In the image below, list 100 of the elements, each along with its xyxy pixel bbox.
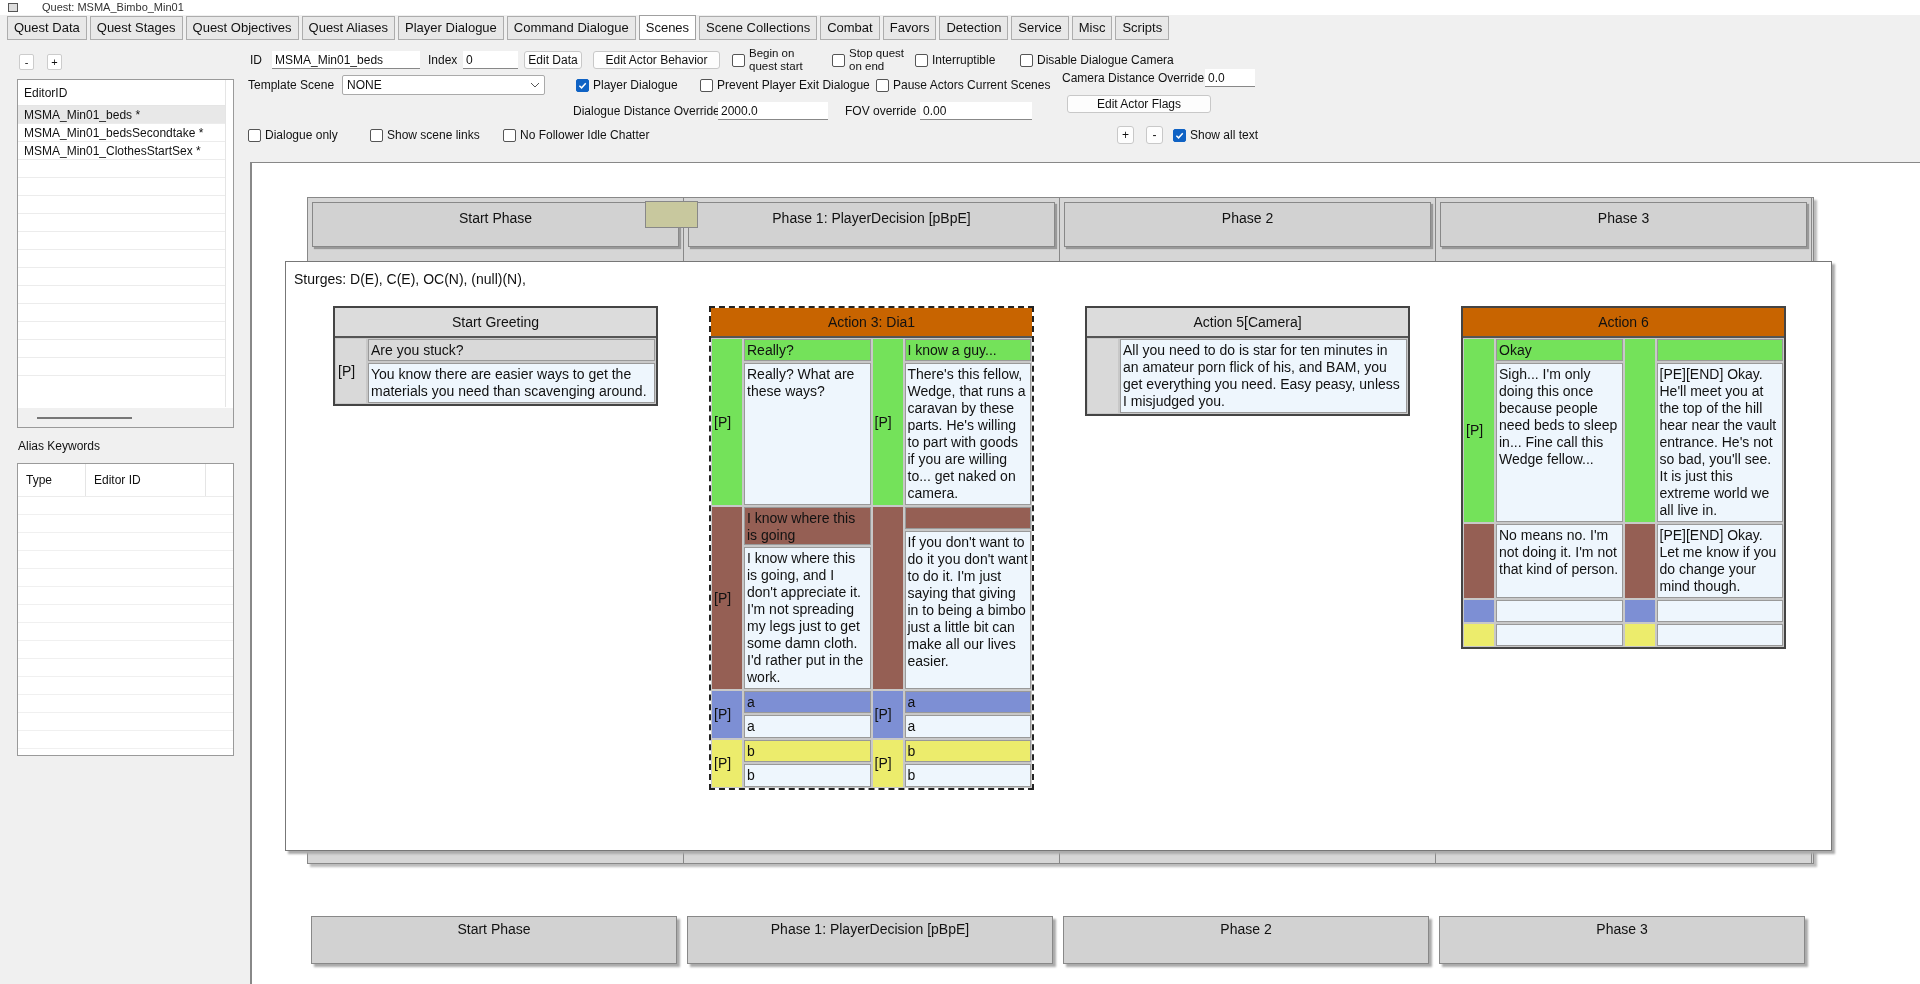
- response-cell[interactable]: Sigh... I'm only doing this once because people need beds to sleep in... Fine call this Wedge fellow...: [1496, 363, 1623, 522]
- response-cell[interactable]: Really? What are these ways?: [744, 363, 871, 505]
- template-scene-dropdown[interactable]: NONE: [342, 75, 545, 95]
- phase-header[interactable]: Phase 2: [1063, 916, 1429, 964]
- tab[interactable]: Combat: [820, 16, 880, 40]
- tab[interactable]: Service: [1011, 16, 1069, 40]
- tab[interactable]: Player Dialogue: [398, 16, 504, 40]
- speaker-strip: [P]: [872, 339, 903, 505]
- camera-distance-field[interactable]: 0.0: [1205, 69, 1255, 87]
- response-cell[interactable]: No means no. I'm not doing it. I'm not that kind of person.: [1496, 524, 1623, 598]
- action-title: Start Greeting: [335, 308, 656, 338]
- response-cell[interactable]: b: [904, 764, 1031, 787]
- list-item[interactable]: MSMA_Min01_bedsSecondtake *: [18, 124, 204, 141]
- prompt-cell[interactable]: [904, 507, 1031, 529]
- tab[interactable]: Favors: [882, 16, 937, 40]
- speaker-strip: [P]: [712, 339, 742, 505]
- action-block[interactable]: Start Greeting [P] Are you stuck? You know there are easier ways to get the materials you need than scavenging around.: [333, 306, 658, 406]
- horizontal-scrollbar[interactable]: [18, 408, 233, 427]
- dialogue-only-checkbox[interactable]: Dialogue only: [248, 128, 370, 142]
- tab[interactable]: Quest Aliases: [301, 16, 396, 40]
- section-label: Alias Keywords: [17, 438, 102, 455]
- phase-header[interactable]: Phase 3: [1439, 916, 1805, 964]
- speaker-strip: [P]: [872, 740, 903, 787]
- stop-quest-on-end-checkbox[interactable]: Stop quest on end: [832, 47, 915, 73]
- phase-header[interactable]: Phase 3: [1440, 202, 1807, 247]
- column-header: Editor ID: [94, 472, 141, 489]
- phase-header[interactable]: Phase 1: PlayerDecision [pBpE]: [687, 916, 1053, 964]
- checkmark-icon: [578, 80, 587, 90]
- id-field[interactable]: MSMA_Min01_beds: [272, 51, 420, 69]
- prompt-cell[interactable]: I know where this is going: [744, 507, 871, 545]
- dialogue-distance-field[interactable]: 2000.0: [718, 102, 828, 120]
- pause-actors-current-scenes-checkbox[interactable]: Pause Actors Current Scenes: [876, 78, 1062, 92]
- edit-actor-flags-button[interactable]: Edit Actor Flags: [1067, 95, 1211, 113]
- add-button[interactable]: +: [47, 54, 62, 70]
- no-follower-idle-chatter-checkbox[interactable]: No Follower Idle Chatter: [503, 128, 1117, 142]
- show-scene-links-checkbox[interactable]: Show scene links: [370, 128, 503, 142]
- action-block[interactable]: Action 5[Camera] All you need to do is star for ten minutes in an amateur porn flick of his, and BAM, you get everything you need. Easy peasy, unless I misjudged you.: [1085, 306, 1410, 416]
- tab[interactable]: Detection: [939, 16, 1009, 40]
- speaker-strip: [P]: [712, 691, 742, 738]
- prompt-cell[interactable]: a: [744, 691, 871, 713]
- prompt-cell[interactable]: b: [744, 740, 871, 762]
- response-cell[interactable]: I know where this is going, and I don't appreciate it. I'm not spreading my legs just to get some damn cloth. I'd rather put in the work.: [744, 547, 871, 689]
- index-field[interactable]: 0: [463, 51, 518, 69]
- phase-header[interactable]: Start Phase: [311, 916, 677, 964]
- action-title: Action 5[Camera]: [1087, 308, 1408, 338]
- field-label: Dialogue Distance Override: [573, 103, 718, 120]
- prompt-cell[interactable]: Okay: [1496, 339, 1623, 361]
- phase-header[interactable]: Phase 1: PlayerDecision [pBpE]: [688, 202, 1055, 247]
- edit-data-button[interactable]: Edit Data: [524, 51, 582, 69]
- response-cell[interactable]: [1656, 600, 1783, 622]
- tab[interactable]: Scripts: [1115, 16, 1170, 40]
- show-all-text-checkbox[interactable]: Show all text: [1173, 128, 1259, 142]
- action-title: Action 3: Dia1: [711, 308, 1032, 338]
- action-block[interactable]: [709, 306, 1034, 790]
- response-cell[interactable]: b: [744, 764, 871, 787]
- fov-field[interactable]: 0.00: [920, 102, 1032, 120]
- response-cell[interactable]: a: [744, 715, 871, 738]
- response-cell[interactable]: There's this fellow, Wedge, that runs a caravan by these parts. He's willing to part with goods if you are willing to... get naked on camera.: [904, 363, 1031, 505]
- column-header: Type: [26, 472, 52, 489]
- player-dialogue-checkbox[interactable]: Player Dialogue: [576, 78, 700, 92]
- prompt-cell[interactable]: [1656, 339, 1783, 361]
- tab[interactable]: Quest Stages: [89, 16, 183, 40]
- response-cell[interactable]: [PE][END] Okay. He'll meet you at the top of the hill hear near the vault entrance. He's not so bad, you'll see. It is just this extreme world we all live in.: [1656, 363, 1783, 522]
- action-block[interactable]: [1461, 306, 1786, 649]
- prompt-cell[interactable]: a: [904, 691, 1031, 713]
- prompt-cell[interactable]: I know a guy...: [904, 339, 1031, 361]
- response-cell[interactable]: [PE][END] Okay. Let me know if you do change your mind though.: [1656, 524, 1783, 598]
- zoom-out-button[interactable]: -: [1146, 126, 1163, 144]
- edit-actor-behavior-button[interactable]: Edit Actor Behavior: [593, 51, 720, 69]
- phase-header[interactable]: Start Phase: [312, 202, 679, 247]
- response-cell[interactable]: [1656, 624, 1783, 646]
- disable-dialogue-camera-checkbox[interactable]: Disable Dialogue Camera: [1020, 53, 1174, 67]
- response-cell[interactable]: [1496, 600, 1623, 622]
- speaker-strip: [P]: [712, 507, 742, 689]
- response-cell[interactable]: You know there are easier ways to get the materials you need than scavenging around.: [368, 363, 655, 403]
- phase-header[interactable]: Phase 2: [1064, 202, 1431, 247]
- remove-button[interactable]: -: [19, 54, 34, 70]
- response-cell[interactable]: a: [904, 715, 1031, 738]
- field-label: Template Scene: [248, 77, 336, 94]
- interruptible-checkbox[interactable]: Interruptible: [915, 53, 1020, 67]
- tab[interactable]: Scene Collections: [699, 16, 818, 40]
- tab[interactable]: Quest Objectives: [185, 16, 299, 40]
- zoom-in-button[interactable]: +: [1117, 126, 1134, 144]
- begin-on-quest-start-checkbox[interactable]: Begin on quest start: [732, 47, 832, 73]
- tab[interactable]: Scenes: [638, 15, 697, 40]
- prompt-cell[interactable]: Are you stuck?: [368, 339, 655, 361]
- list-item[interactable]: MSMA_Min01_ClothesStartSex *: [18, 142, 201, 159]
- field-label: Index: [428, 52, 459, 69]
- tab[interactable]: Quest Data: [7, 16, 87, 40]
- action-title: Action 6: [1463, 308, 1784, 338]
- tab[interactable]: Command Dialogue: [506, 16, 636, 40]
- app-icon: [8, 3, 18, 12]
- tab[interactable]: Misc: [1071, 16, 1113, 40]
- response-cell[interactable]: All you need to do is star for ten minutes in an amateur porn flick of his, and BAM, you get everything you need. Easy peasy, unless I misjudged you.: [1120, 339, 1407, 413]
- prevent-player-exit-dialogue-checkbox[interactable]: Prevent Player Exit Dialogue: [700, 78, 876, 92]
- response-cell[interactable]: [1496, 624, 1623, 646]
- window-title: Quest: MSMA_Bimbo_Min01: [42, 1, 184, 14]
- prompt-cell[interactable]: b: [904, 740, 1031, 762]
- response-cell[interactable]: If you don't want to do it you don't want to do it. I'm just saying that giving in to being a bimbo just a little bit can make all our lives easier.: [904, 531, 1031, 689]
- prompt-cell[interactable]: Really?: [744, 339, 871, 361]
